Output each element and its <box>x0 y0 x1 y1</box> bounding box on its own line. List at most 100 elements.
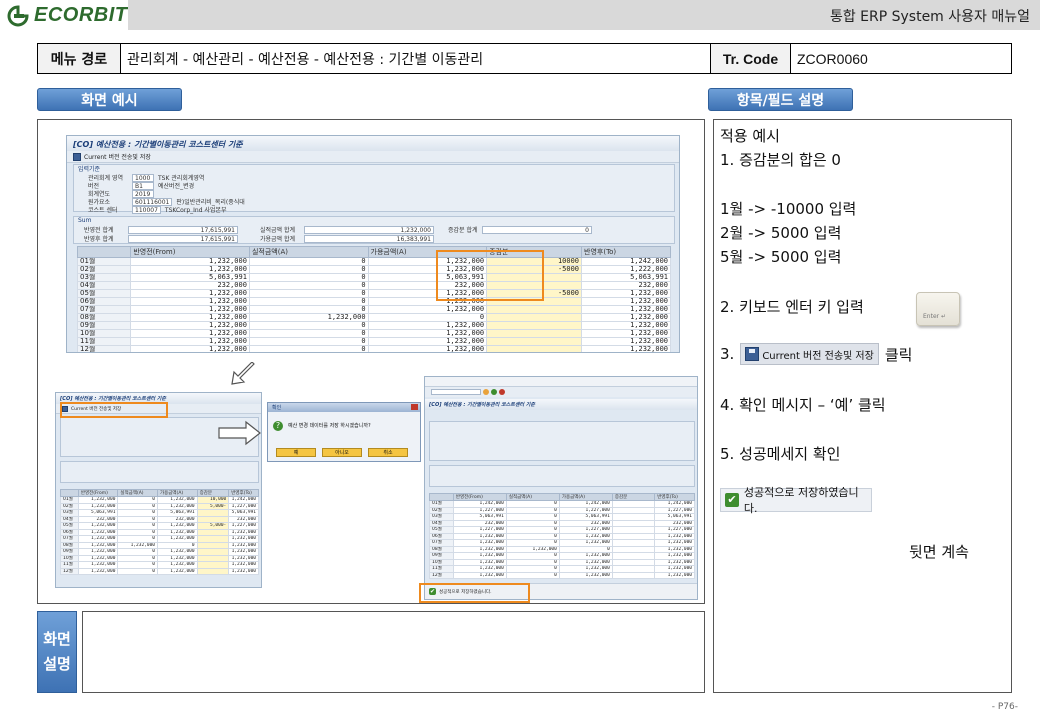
save-disk-icon[interactable] <box>73 152 81 161</box>
grid-cell: 0 <box>505 571 560 579</box>
grid-cell: 0 <box>248 297 369 306</box>
table-row: 01월 1,232,000 0 1,232,000 10000 1,242,000 <box>76 257 671 266</box>
grid-cell: 1,232,000 <box>130 265 250 274</box>
grid-cell: 0 <box>248 281 369 290</box>
grid-month-cell: 01월 <box>76 257 132 266</box>
grid-cell[interactable] <box>486 321 583 330</box>
sap-sum-row: 반영후 합계 17,615,991 가용금액 합계 16,383,991 <box>84 234 434 243</box>
checkmark-icon: ✔ <box>725 493 739 507</box>
grid-month-cell: 12월 <box>76 345 132 352</box>
menu-path-value: 관리회계 - 예산관리 - 예산전용 - 예산전용 : 기간별 이동관리 <box>121 44 711 73</box>
grid-column-header <box>429 493 454 501</box>
sap-main-sum-group: Sum 반영전 합계 17,615,991 실적금액 합계 1,232,000 증감… <box>73 216 675 244</box>
save-disk-icon <box>745 347 760 361</box>
grid-column-header: 반영후(To) <box>228 489 259 497</box>
dialog-yes-button[interactable]: 예 <box>276 448 316 457</box>
dialog-no-button[interactable]: 아니오 <box>322 448 362 457</box>
grid-cell: 0 <box>117 567 158 575</box>
grid-cell: 232,000 <box>130 281 250 290</box>
grid-cell: 0 <box>248 329 369 338</box>
grid-cell[interactable] <box>196 567 230 575</box>
grid-cell: 1,222,000 <box>581 265 671 274</box>
grid-column-header: 증감분 <box>611 493 656 501</box>
highlight-save-button <box>60 402 168 418</box>
grid-cell: 0 <box>248 273 369 282</box>
tr-code-value: ZCOR0060 <box>797 50 868 67</box>
grid-header-row: 반영전(From) 실적금액(A) 가용금액(A) 증감분 반영후(To) <box>76 246 671 258</box>
grid-cell[interactable] <box>486 345 583 352</box>
grid-cell: 1,232,000 <box>130 289 250 298</box>
highlight-status-message <box>419 583 530 603</box>
grid-cell: 1,232,000 <box>654 571 695 579</box>
grid-cell: 0 <box>248 337 369 346</box>
grid-cell: 1,232,000 <box>228 561 259 569</box>
grid-cell[interactable] <box>486 313 583 322</box>
dialog-cancel-button[interactable]: 취소 <box>368 448 408 457</box>
grid-cell[interactable] <box>486 329 583 338</box>
grid-month-cell: 05월 <box>76 289 132 298</box>
sap-sum-row: 반영전 합계 17,615,991 실적금액 합계 1,232,000 증감분 합계… <box>84 225 592 234</box>
sap-result-title: [CO] 예산전용 : 기간별이동관리 코스트센터 기준 <box>425 399 697 410</box>
grid-header-row: 반영전(From) 실적금액(A) 가용금액(A) 증감분 반영후(To) <box>60 489 259 497</box>
grid-cell: 1,232,000 <box>130 257 250 266</box>
sap-main-toolbar: Current 버전 전송및 저장 <box>67 151 679 163</box>
desc-step-2: 2. 키보드 엔터 키 입력 <box>720 298 864 316</box>
grid-cell: 0 <box>248 265 369 274</box>
table-row: 07월 1,232,000 0 1,232,000 1,232,000 <box>76 305 671 314</box>
grid-cell: 1,227,000 <box>228 502 259 510</box>
arrow-down-icon <box>231 362 255 385</box>
arrow-right-icon <box>218 420 261 446</box>
grid-month-cell: 06월 <box>76 297 132 306</box>
grid-cell: 1,232,000 <box>367 337 488 346</box>
grid-cell: 1,232,000 <box>130 337 250 346</box>
table-row: 12월 1,232,000 0 1,232,000 1,232,000 <box>60 567 259 575</box>
screen-note-label: 화면 설명 <box>37 611 77 693</box>
grid-cell: 1,232,000 <box>581 345 671 352</box>
grid-column-header <box>60 489 79 497</box>
success-message-text: 성공적으로 저장하였습니다. <box>743 486 859 515</box>
table-row: 12월 1,232,000 0 1,232,000 1,232,000 <box>429 571 695 579</box>
grid-column-header: 반영전(From) <box>130 246 250 258</box>
menu-path-table: 메뉴 경로 관리회계 - 예산관리 - 예산전용 - 예산전용 : 기간별 이동… <box>37 43 1012 74</box>
screen-example-tab: 화면 예시 <box>37 88 182 111</box>
grid-cell: 1,232,000 <box>452 571 507 579</box>
sap-result-menubar <box>425 377 697 387</box>
sap-main-save-button[interactable]: Current 버전 전송및 저장 <box>84 152 151 161</box>
table-row: 10월 1,232,000 0 1,232,000 1,232,000 <box>76 329 671 338</box>
grid-cell: 1,232,000 <box>367 321 488 330</box>
document-title: 통합 ERP System 사용자 매뉴얼 <box>829 9 1030 25</box>
grid-header-row: 반영전(From) 실적금액(A) 가용금액(A) 증감분 반영후(To) <box>429 493 695 501</box>
grid-cell: 1,232,000 <box>130 321 250 330</box>
current-version-save-button[interactable]: Current 버전 전송및 저장 <box>740 343 879 365</box>
dialog-title: 확인 <box>272 405 282 411</box>
sap-result-sum-group <box>429 465 695 487</box>
sap-step-sum-group <box>60 461 259 483</box>
dialog-message: 예산 변경 데이터를 저장 하시겠습니까? <box>288 423 371 429</box>
grid-cell: 1,232,000 <box>228 541 259 549</box>
grid-column-header <box>76 246 132 258</box>
desc-jan-input: 1월 -> -10000 입력 <box>720 200 857 218</box>
logo-text: ECORBIT <box>34 4 128 26</box>
dialog-close-icon[interactable] <box>411 404 418 410</box>
desc-step-3-number: 3. <box>720 345 735 363</box>
desc-step-1: 1. 증감분의 합은 0 <box>720 151 841 169</box>
table-row: 06월 1,232,000 0 1,232,000 1,232,000 <box>76 297 671 306</box>
grid-cell: 1,232,000 <box>157 567 198 575</box>
grid-cell: 1,232,000 <box>367 329 488 338</box>
grid-month-cell: 03월 <box>76 273 132 282</box>
table-row: 11월 1,232,000 0 1,232,000 1,232,000 <box>76 337 671 346</box>
grid-cell[interactable] <box>611 571 656 579</box>
grid-cell: 1,232,000 <box>581 337 671 346</box>
grid-cell: 1,232,000 <box>248 313 369 322</box>
highlight-delta-column <box>436 250 544 301</box>
grid-cell[interactable] <box>486 337 583 346</box>
sap-main-screenshot: [CO] 예산전용 : 기간별이동관리 코스트센터 기준 Current 버전 … <box>66 135 680 353</box>
grid-cell: 1,232,000 <box>581 313 671 322</box>
grid-month-cell: 02월 <box>76 265 132 274</box>
grid-column-header: 증감분 <box>196 489 230 497</box>
grid-cell: 1,232,000 <box>77 567 119 575</box>
grid-column-header: 반영전(From) <box>452 493 507 501</box>
sap-field-row: 코스트 센터 110007 TSKCorp_Ind 사업본부 <box>88 205 227 214</box>
grid-cell: 5,063,991 <box>130 273 250 282</box>
grid-cell[interactable] <box>486 305 583 314</box>
